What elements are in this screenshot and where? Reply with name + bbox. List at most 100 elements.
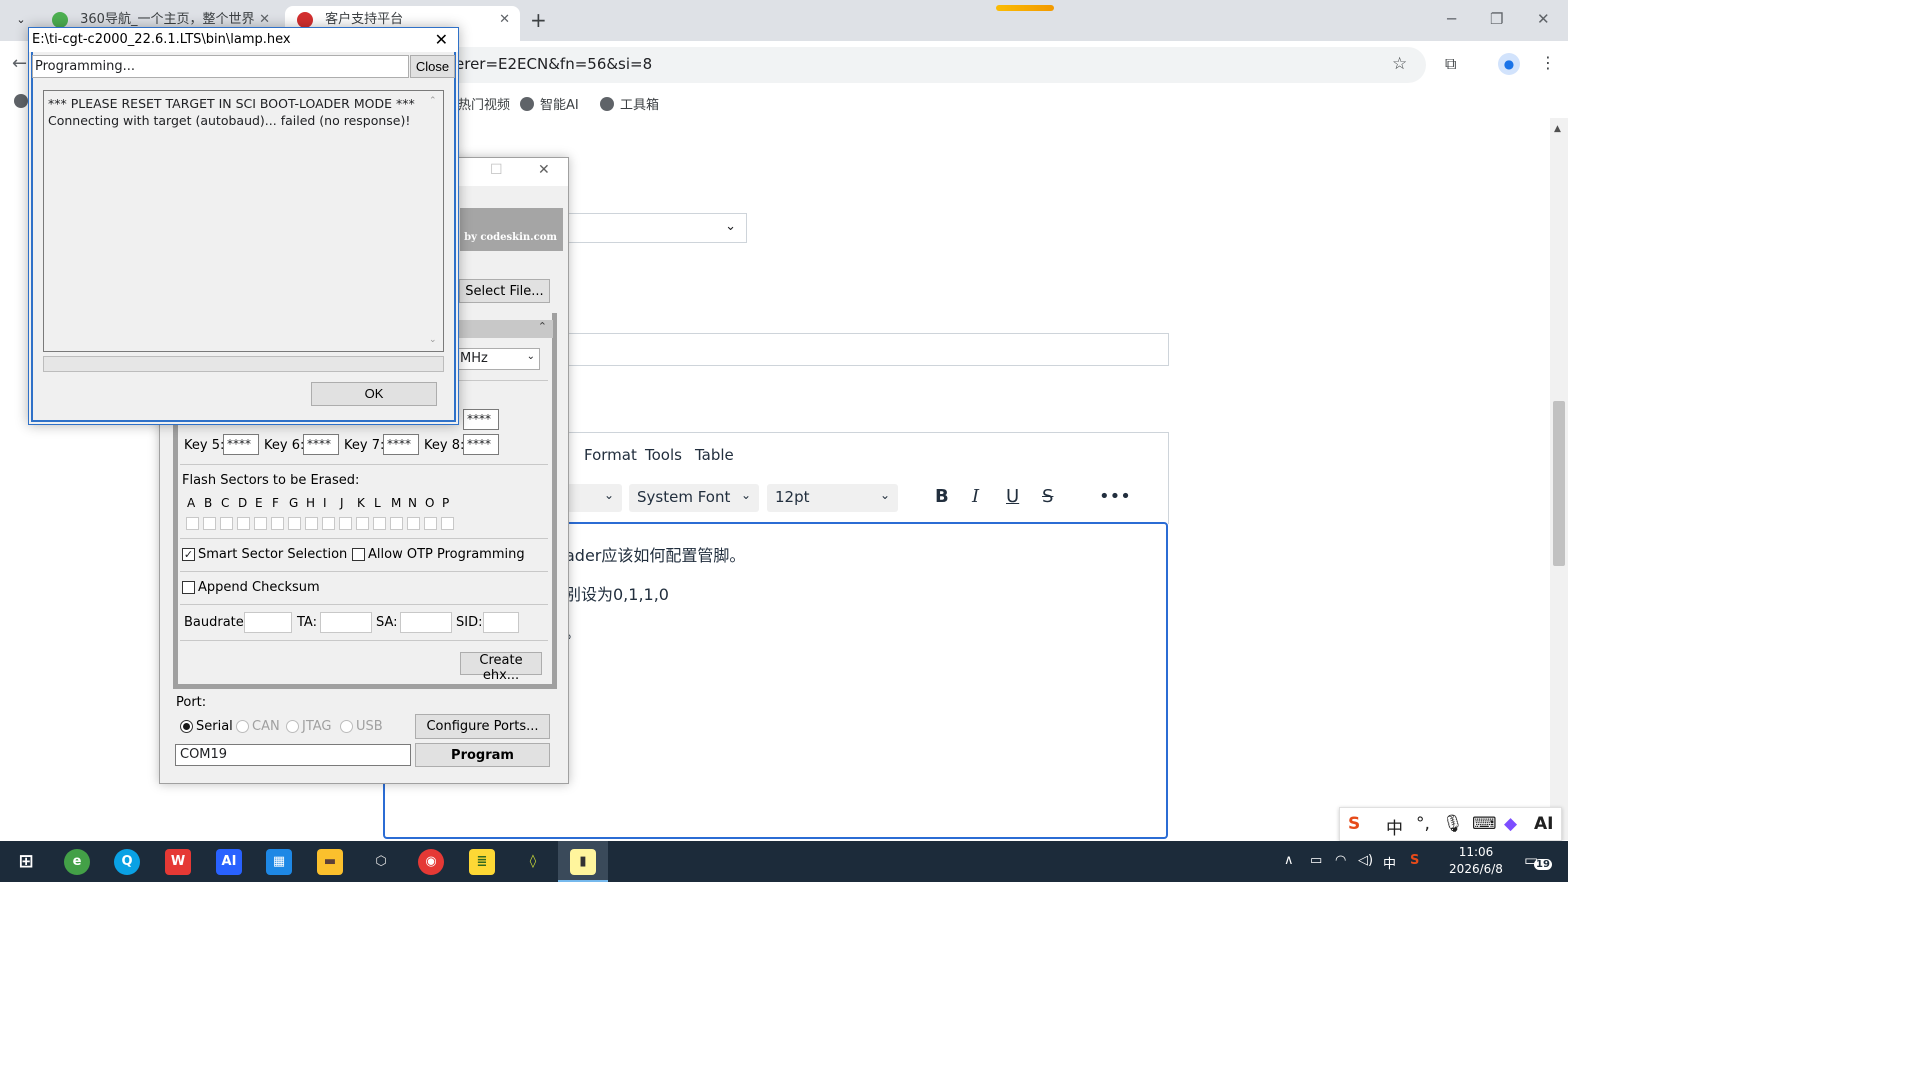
create-ehx-button[interactable]: Create ehx... [460,652,542,683]
strikethrough-icon[interactable]: S [1042,486,1053,507]
key8-field[interactable]: **** [463,434,499,455]
underline-icon[interactable]: U [1006,486,1019,507]
skin-icon[interactable]: ◆ [1504,814,1517,834]
sector-checkbox-k[interactable] [356,517,369,530]
minimize-icon[interactable]: ─ [1447,10,1456,28]
sogou-tray-icon[interactable]: S [1410,853,1419,868]
bookmark-smart-ai[interactable]: 智能AI [520,94,579,113]
flash-tool-taskbar-icon[interactable]: ▮ [570,849,596,875]
program-button[interactable]: Program [415,743,550,767]
select-file-button[interactable]: Select File... [459,279,550,303]
sid-field[interactable] [483,612,519,633]
restore-icon[interactable]: ❐ [1490,10,1503,28]
more-icon[interactable]: ••• [1099,486,1131,507]
options-panel-header[interactable]: ⌃ [457,320,553,338]
chrome-icon[interactable]: ◉ [418,849,444,875]
ai-app-icon[interactable]: AI [216,849,242,875]
microphone-icon[interactable]: 🎙 [1442,814,1464,834]
ok-button[interactable]: OK [311,382,437,406]
port-radio-usb[interactable] [340,720,353,733]
sector-checkbox-l[interactable] [373,517,386,530]
sector-checkbox-p[interactable] [441,517,454,530]
back-arrow-icon[interactable]: ← [12,53,27,74]
ime-punctuation-toggle[interactable]: °, [1416,814,1430,834]
sector-checkbox-c[interactable] [220,517,233,530]
italic-icon[interactable]: I [972,486,979,507]
battery-icon[interactable]: ▭ [1310,853,1322,868]
tab-close-icon[interactable]: ✕ [499,6,510,34]
key5-field[interactable]: **** [223,434,259,455]
sector-checkbox-j[interactable] [339,517,352,530]
3d-viewer-icon[interactable]: ⬡ [368,849,394,875]
tray-expand-icon[interactable]: ∧ [1284,853,1294,868]
sector-checkbox-f[interactable] [271,517,284,530]
sector-checkbox-h[interactable] [305,517,318,530]
sector-checkbox-d[interactable] [237,517,250,530]
scroll-up-icon[interactable]: ▲ [1554,124,1561,134]
start-icon[interactable]: ⊞ [13,849,39,875]
subject-input[interactable] [560,333,1169,366]
port-radio-jtag[interactable] [286,720,299,733]
dialog-close-button[interactable]: Close [410,55,455,78]
file-explorer-icon[interactable]: ▬ [317,849,343,875]
bookmark-star-icon[interactable]: ☆ [1392,54,1407,74]
ta-field[interactable] [320,612,372,633]
profile-avatar-icon[interactable]: ● [1498,53,1520,75]
uniflash-icon[interactable]: ◊ [520,849,546,875]
editor-menu-format[interactable]: Format [584,446,637,464]
port-field[interactable]: COM19 [175,744,411,766]
window-close-icon[interactable]: ✕ [538,162,550,178]
bookmark-hot-video[interactable]: 热门视频 [458,94,510,113]
page-scrollbar[interactable]: ▲ [1550,118,1568,840]
calculator-icon[interactable]: ▦ [266,849,292,875]
volume-icon[interactable]: ◁) [1358,853,1373,868]
browser-menu-icon[interactable]: ⋮ [1540,53,1556,72]
log-scrollbar[interactable]: ⌃ ⌄ [427,93,441,349]
scroll-down-icon[interactable]: ⌄ [429,332,437,349]
notification-center-icon[interactable]: ▭ 19 [1524,851,1552,870]
scroll-up-icon[interactable]: ⌃ [429,93,437,110]
ai-assistant-icon[interactable]: AI [1534,814,1553,834]
360-browser-icon[interactable]: e [64,849,90,875]
font-family-dropdown[interactable]: System Font ⌄ [629,484,759,512]
wifi-icon[interactable]: ◠ [1335,853,1346,868]
wps-icon[interactable]: W [165,849,191,875]
sector-checkbox-n[interactable] [407,517,420,530]
block-format-dropdown[interactable]: ⌄ [567,484,622,512]
ime-language-toggle[interactable]: 中 [1386,814,1403,839]
keyboard-icon[interactable]: ⌨ [1472,814,1497,834]
clock-combo[interactable]: MHz ⌄ [457,348,540,370]
sector-checkbox-o[interactable] [424,517,437,530]
smart-sector-checkbox[interactable]: ✓ [182,548,195,561]
edge-browser-icon[interactable]: Q [114,849,140,875]
sector-checkbox-m[interactable] [390,517,403,530]
otp-checkbox[interactable] [352,548,365,561]
key6-field[interactable]: **** [303,434,339,455]
editor-menu-table[interactable]: Table [695,446,734,464]
append-checksum-checkbox[interactable] [182,581,195,594]
window-close-icon[interactable]: ✕ [1537,10,1550,28]
sa-field[interactable] [400,612,452,633]
sector-checkbox-i[interactable] [322,517,335,530]
key7-field[interactable]: **** [383,434,419,455]
tray-language[interactable]: 中 [1383,853,1396,872]
baudrate-field[interactable] [244,612,292,633]
collapse-icon[interactable]: ⌃ [538,320,547,333]
sector-checkbox-b[interactable] [203,517,216,530]
new-tab-icon[interactable]: + [530,8,547,32]
scrollbar-thumb[interactable] [1553,401,1565,566]
configure-ports-button[interactable]: Configure Ports... [415,714,550,739]
font-size-dropdown[interactable]: 12pt ⌄ [767,484,898,512]
sector-checkbox-e[interactable] [254,517,267,530]
sogou-logo-icon[interactable]: S [1348,814,1360,834]
dialog-close-icon[interactable]: ✕ [435,30,448,49]
port-radio-can[interactable] [236,720,249,733]
system-clock[interactable]: 11:06 2026/6/8 [1440,844,1512,878]
editor-menu-tools[interactable]: Tools [645,446,682,464]
bookmark-toolbox[interactable]: 工具箱 [600,94,659,113]
sector-checkbox-a[interactable] [186,517,199,530]
port-radio-serial[interactable] [180,720,193,733]
sector-checkbox-g[interactable] [288,517,301,530]
extensions-icon[interactable]: ⧉ [1445,54,1456,74]
category-select[interactable]: ⌄ [560,213,747,243]
